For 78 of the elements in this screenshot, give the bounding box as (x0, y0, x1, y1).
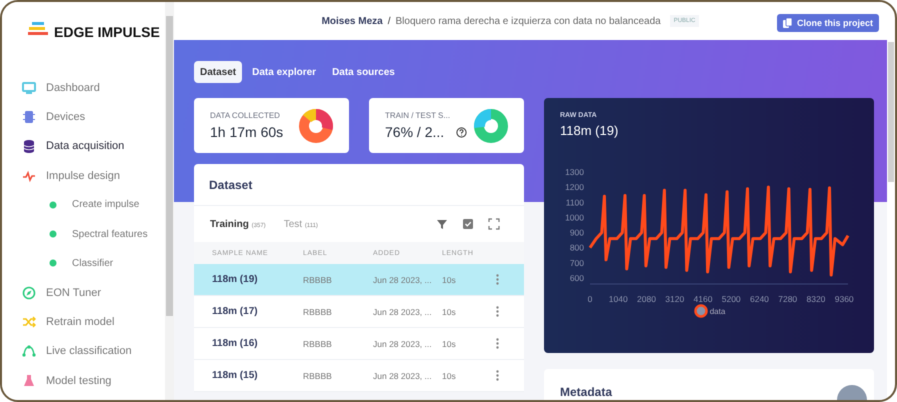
owner-name[interactable]: Moises Meza (322, 16, 383, 26)
axis-tick-label: 1000 (565, 212, 584, 222)
table-cell-text: 10s (442, 370, 457, 380)
axis-tick-label: 600 (570, 273, 584, 283)
table-cell-text: Jun 28 2023, ... (373, 274, 433, 284)
card-title: Metadata (560, 385, 612, 399)
stat-label: TRAIN / TEST S... (385, 111, 452, 120)
axis-tick-label: 900 (570, 228, 584, 238)
more-icon[interactable] (496, 370, 499, 381)
axis-tick-label: 3120 (665, 294, 684, 304)
sidebar-item[interactable]: Impulse design (2, 160, 165, 190)
sidebar-item[interactable]: Live classification (2, 336, 165, 366)
table-cell-text: RBBBB (303, 338, 333, 348)
axis-tick-label: 8320 (806, 294, 826, 304)
breadcrumb-separator: / (388, 16, 391, 26)
axis-tick-label: 0 (588, 294, 592, 304)
axis-tick-label: 1100 (566, 197, 584, 208)
tab[interactable]: Dataset (194, 61, 242, 83)
project-name: Bloquero rama derecha e izquierza con data no balanceada (396, 16, 661, 26)
stat-value: 1h 17m 60s (210, 124, 284, 140)
axis-tick-label: 6240 (750, 294, 769, 304)
legend-marker (694, 304, 708, 318)
axis-tick-label: 9360 (834, 294, 854, 304)
table-row[interactable]: 118m (15) RBBBB Jun 28 2023, ... 10s (194, 360, 524, 392)
table-cell-text: 118m (17) (212, 306, 259, 317)
more-icon[interactable] (496, 306, 499, 317)
table-cell-text: 10s (442, 338, 457, 348)
checkbox-icon[interactable] (462, 218, 474, 230)
sample-title: 118m (19) (560, 123, 620, 138)
table-cell-text: RBBBB (303, 370, 333, 380)
axis-tick-label: 4160 (694, 294, 712, 304)
table-row[interactable]: 118m (19) RBBBB Jun 28 2023, ... 10s (194, 264, 524, 296)
sidebar-item[interactable]: Model testing (2, 366, 165, 396)
sidebar-item[interactable]: Create impulse (2, 190, 165, 220)
stat-label: DATA COLLECTED (210, 111, 281, 120)
table-cell-text: 118m (16) (212, 338, 259, 349)
axis-tick-label: 1200 (565, 182, 584, 192)
table-row[interactable]: 118m (16) RBBBB Jun 28 2023, ... 10s (194, 328, 524, 360)
clone-button[interactable]: Clone this project (776, 14, 879, 32)
tab[interactable]: Data explorer (246, 61, 322, 83)
table-cell-text: Jun 28 2023, ... (373, 370, 433, 380)
sidebar-item[interactable]: EON Tuner (2, 278, 165, 308)
sidebar-item[interactable]: Dashboard (2, 73, 165, 102)
axis-tick-label: 7280 (778, 294, 798, 304)
donut-chart-icon (299, 108, 333, 142)
sidebar-item[interactable]: Retrain model (2, 307, 165, 337)
expand-icon[interactable] (488, 218, 500, 230)
axis-tick-label: 800 (570, 242, 584, 253)
axis-tick-label: 700 (570, 258, 584, 268)
tab[interactable]: Data sources (326, 61, 401, 83)
sidebar-item[interactable]: Data acquisition (2, 132, 165, 161)
table-cell-text: 118m (15) (212, 370, 259, 381)
logo-icon (28, 22, 48, 36)
table-cell-text: 118m (19) (212, 274, 259, 285)
legend-label: data (710, 306, 726, 316)
sidebar-item[interactable]: Classifier (2, 248, 165, 278)
more-icon[interactable] (496, 274, 499, 285)
table-cell-text: RBBBB (303, 274, 333, 284)
donut-chart-icon (474, 108, 508, 142)
card-title: Dataset (194, 164, 524, 206)
table-cell-text: Jun 28 2023, ... (373, 338, 433, 348)
axis-tick-label: 1040 (608, 294, 628, 304)
copy-icon (782, 18, 792, 28)
table-cell-text: RBBBB (303, 306, 333, 316)
axis-tick-label: 1300 (565, 167, 584, 177)
table-cell-text: 10s (442, 306, 457, 316)
table-row[interactable]: 118m (17) RBBBB Jun 28 2023, ... 10s (194, 296, 524, 328)
sidebar-item[interactable]: Devices (2, 102, 165, 132)
table-cell-text: Jun 28 2023, ... (373, 306, 433, 316)
stat-value: 76% / 2... (385, 124, 444, 140)
sidebar-item[interactable]: Spectral features (2, 219, 165, 249)
axis-tick-label: 2080 (637, 294, 656, 304)
more-icon[interactable] (496, 338, 499, 349)
filter-icon[interactable] (436, 218, 448, 230)
scrollbar[interactable] (165, 2, 174, 400)
table-cell-text: 10s (442, 274, 457, 284)
axis-tick-label: 5200 (722, 294, 741, 304)
logo-text: EDGE IMPULSE (54, 24, 160, 40)
